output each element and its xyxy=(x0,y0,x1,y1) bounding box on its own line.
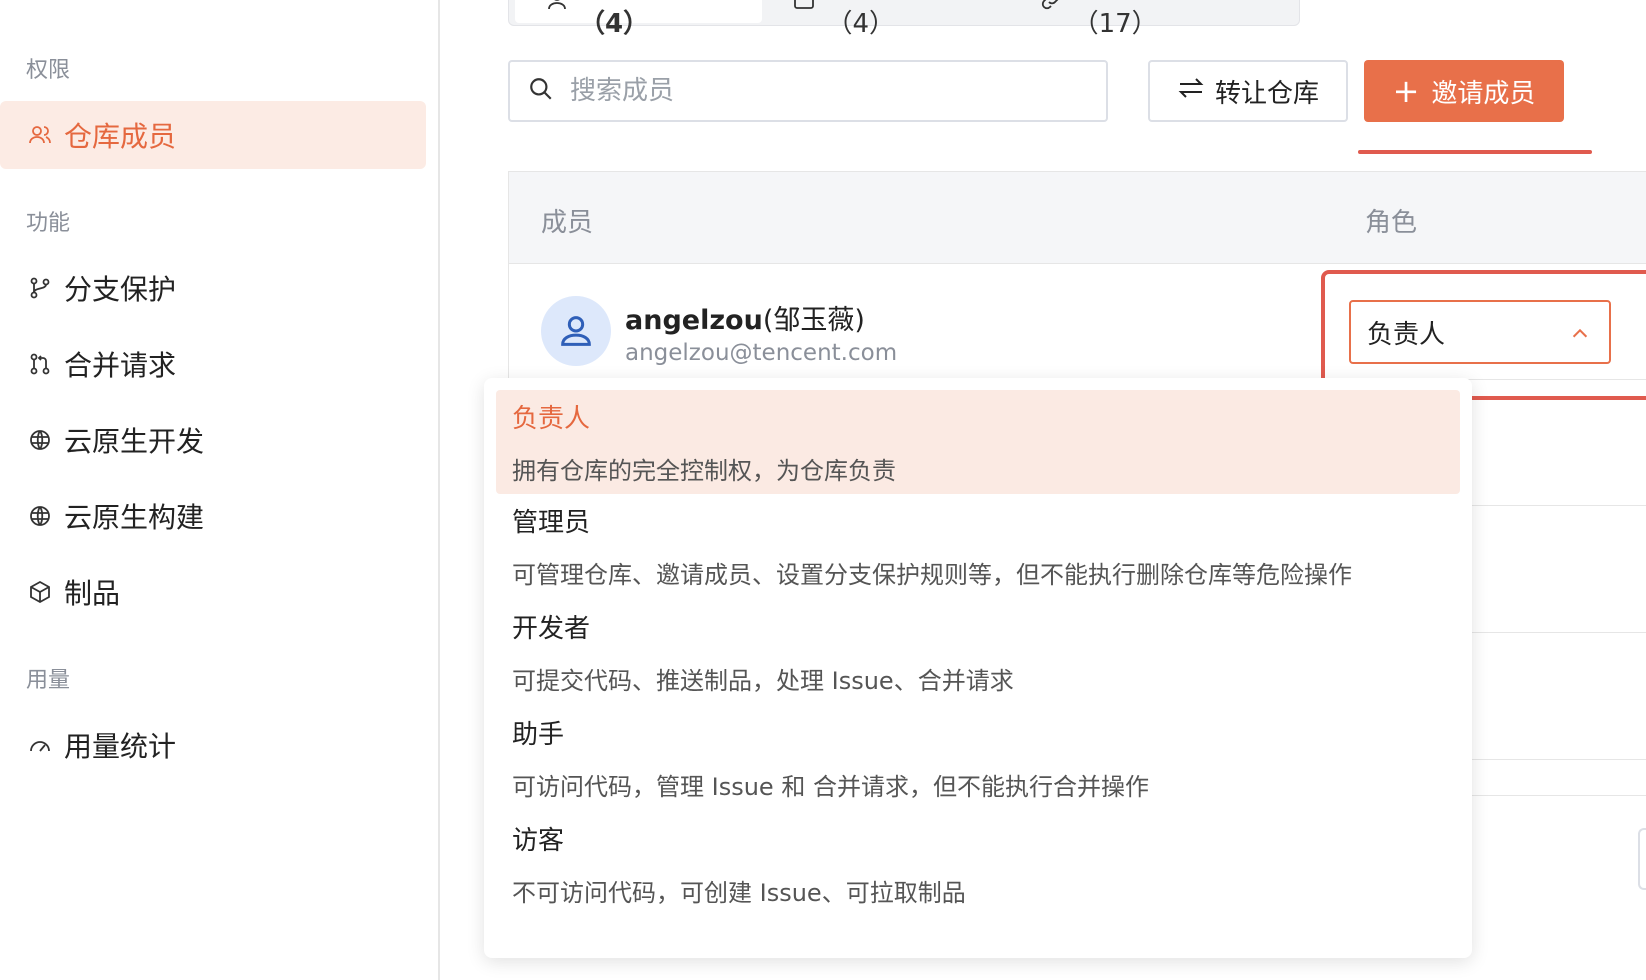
member-tabs: 仓库成员（4） 继承成员（4） 外部协作者（17） xyxy=(508,0,1300,39)
cloud-dev-icon xyxy=(26,426,54,454)
sidebar-item-label: 仓库成员 xyxy=(64,120,177,153)
member-email: angelzou@tencent.com xyxy=(625,340,898,366)
invite-label: 邀请成员 xyxy=(1431,78,1536,109)
sidebar-item-cloud-native-dev[interactable]: 云原生开发 xyxy=(0,404,426,476)
role-option-assistant[interactable]: 助手 可访问代码，管理 Issue 和 合并请求，但不能执行合并操作 xyxy=(496,706,1460,812)
tab-label: 外部协作者（17） xyxy=(1072,0,1203,39)
sidebar-item-label: 制品 xyxy=(64,577,121,610)
sidebar-item-label: 分支保护 xyxy=(64,273,177,306)
side-handle[interactable] xyxy=(1638,828,1646,890)
header-member: 成员 xyxy=(541,208,594,238)
role-dropdown-menu: 负责人 拥有仓库的完全控制权，为仓库负责 管理员 可管理仓库、邀请成员、设置分支… xyxy=(484,378,1472,958)
annotation-underline xyxy=(1358,150,1592,154)
search-icon xyxy=(528,76,554,106)
main-content: 仓库成员（4） 继承成员（4） 外部协作者（17） 转让仓库 + 邀请成员 xyxy=(442,0,1646,980)
tab-repo-members[interactable]: 仓库成员（4） xyxy=(515,0,763,39)
users-icon xyxy=(26,121,54,149)
role-option-developer[interactable]: 开发者 可提交代码、推送制品，处理 Issue、合并请求 xyxy=(496,600,1460,706)
role-option-title: 负责人 xyxy=(512,404,591,434)
merge-icon xyxy=(26,350,54,378)
sidebar-item-merge-requests[interactable]: 合并请求 xyxy=(0,328,426,400)
header-role: 角色 xyxy=(1365,208,1418,238)
sidebar-item-branch-protection[interactable]: 分支保护 xyxy=(0,252,426,324)
role-option-desc: 可访问代码，管理 Issue 和 合并请求，但不能执行合并操作 xyxy=(512,773,1149,801)
tab-external-collaborators[interactable]: 外部协作者（17） xyxy=(1009,0,1293,39)
branch-icon xyxy=(26,274,54,302)
plus-icon: + xyxy=(1392,72,1420,110)
role-option-title: 管理员 xyxy=(512,508,591,538)
chevron-up-icon xyxy=(1569,322,1591,352)
member-username: angelzou xyxy=(625,305,763,336)
tab-inherited-members[interactable]: 继承成员（4） xyxy=(762,0,1008,39)
role-option-admin[interactable]: 管理员 可管理仓库、邀请成员、设置分支保护规则等，但不能执行删除仓库等危险操作 xyxy=(496,494,1460,600)
section-title-usage: 用量 xyxy=(26,668,71,693)
invite-member-button[interactable]: + 邀请成员 xyxy=(1364,60,1564,122)
users-icon xyxy=(792,0,816,19)
sidebar-item-label: 云原生开发 xyxy=(64,425,205,458)
member-display-name: (邹玉薇) xyxy=(762,305,865,336)
member-name: angelzou(邹玉薇) xyxy=(625,298,865,337)
role-option-desc: 可提交代码、推送制品，处理 Issue、合并请求 xyxy=(512,667,1014,695)
section-title-features: 功能 xyxy=(26,211,71,236)
tab-label: 仓库成员（4） xyxy=(579,0,683,39)
role-option-owner[interactable]: 负责人 拥有仓库的完全控制权，为仓库负责 xyxy=(496,390,1460,494)
role-option-title: 开发者 xyxy=(512,614,591,644)
user-icon xyxy=(545,0,569,19)
sidebar-item-label: 合并请求 xyxy=(64,349,177,382)
transfer-label: 转让仓库 xyxy=(1214,78,1319,109)
table-header: 成员 角色 xyxy=(509,172,1646,264)
cloud-build-icon xyxy=(26,502,54,530)
sidebar-item-label: 云原生构建 xyxy=(64,501,205,534)
sidebar: 权限 仓库成员 功能 分支保护 合并请求 云原生开发 云原生构建 制品 用量 用… xyxy=(0,0,440,980)
package-icon xyxy=(26,578,54,606)
search-input[interactable] xyxy=(570,76,1070,106)
member-search[interactable] xyxy=(508,60,1108,122)
role-select-value: 负责人 xyxy=(1367,319,1446,350)
swap-icon xyxy=(1177,76,1205,107)
link-icon xyxy=(1039,0,1063,19)
transfer-repo-button[interactable]: 转让仓库 xyxy=(1148,60,1348,122)
role-option-title: 助手 xyxy=(512,720,565,750)
role-option-desc: 不可访问代码，可创建 Issue、可拉取制品 xyxy=(512,879,966,907)
role-option-title: 访客 xyxy=(512,826,565,856)
avatar xyxy=(541,296,611,366)
role-option-guest[interactable]: 访客 不可访问代码，可创建 Issue、可拉取制品 xyxy=(496,812,1460,918)
sidebar-item-usage-stats[interactable]: 用量统计 xyxy=(0,709,426,781)
sidebar-item-repo-members[interactable]: 仓库成员 xyxy=(0,101,426,169)
sidebar-item-label: 用量统计 xyxy=(64,730,177,763)
section-title-permissions: 权限 xyxy=(26,58,71,83)
role-select[interactable]: 负责人 xyxy=(1349,300,1611,364)
role-option-desc: 拥有仓库的完全控制权，为仓库负责 xyxy=(512,457,896,485)
role-option-desc: 可管理仓库、邀请成员、设置分支保护规则等，但不能执行删除仓库等危险操作 xyxy=(512,561,1352,589)
sidebar-item-artifacts[interactable]: 制品 xyxy=(0,556,426,628)
sidebar-item-cloud-native-build[interactable]: 云原生构建 xyxy=(0,480,426,552)
tab-label: 继承成员（4） xyxy=(826,0,930,39)
gauge-icon xyxy=(26,731,54,759)
